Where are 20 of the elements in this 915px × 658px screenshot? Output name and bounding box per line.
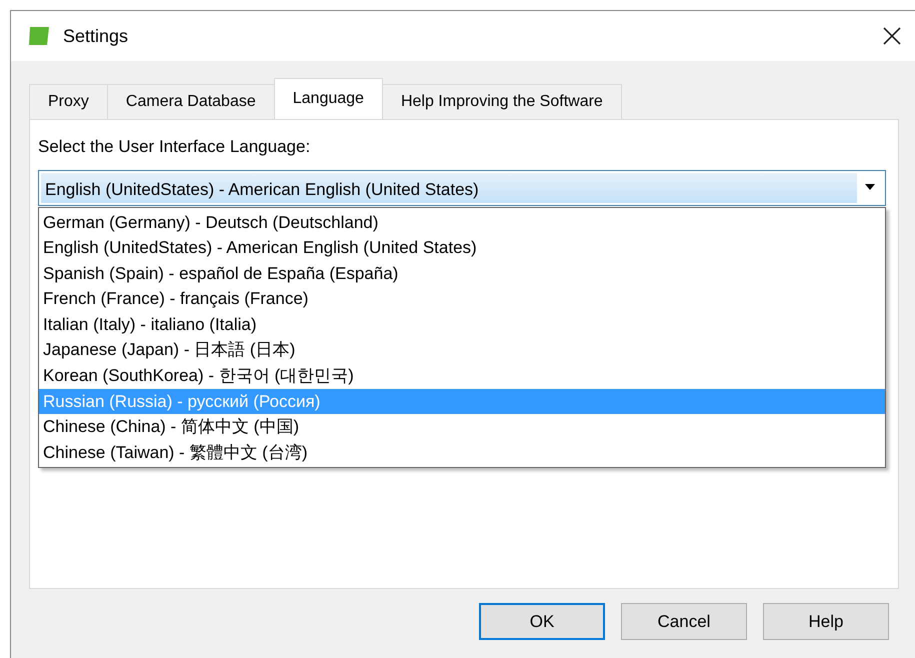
dropdown-option[interactable]: Japanese (Japan) - 日本語 (日本) (39, 337, 885, 364)
dialog-button[interactable]: OK (479, 603, 605, 640)
tab[interactable]: Language (274, 78, 383, 119)
field-label: Select the User Interface Language: (38, 136, 312, 158)
dropdown-option[interactable]: Italian (Italy) - italiano (Italia) (39, 312, 885, 338)
dialog-button[interactable]: Help (763, 603, 889, 640)
dropdown-option[interactable]: English (UnitedStates) - American English (United States) (39, 235, 885, 261)
language-dropdown[interactable]: English (UnitedStates) - American English (United States) (38, 170, 886, 206)
dropdown-option[interactable]: Chinese (China) - 简体中文 (中国) (39, 414, 885, 440)
dialog-button[interactable]: Cancel (621, 603, 747, 640)
caret-icon (864, 184, 876, 191)
app-icon (27, 25, 51, 47)
dropdown-option[interactable]: Spanish (Spain) - español de España (España) (39, 260, 885, 286)
tab[interactable]: Proxy (29, 84, 108, 119)
dropdown-option[interactable]: French (France) - français (France) (39, 286, 885, 312)
window-title: Settings (63, 24, 130, 48)
dropdown-option[interactable]: Chinese (Taiwan) - 繁體中文 (台湾) (39, 440, 885, 466)
dropdown-option[interactable]: German (Germany) - Deutsch (Deutschland) (39, 210, 885, 236)
dropdown-option[interactable]: Korean (SouthKorea) - 한국어 (대한민국) (39, 363, 885, 389)
tab[interactable]: Help Improving the Software (382, 84, 622, 119)
